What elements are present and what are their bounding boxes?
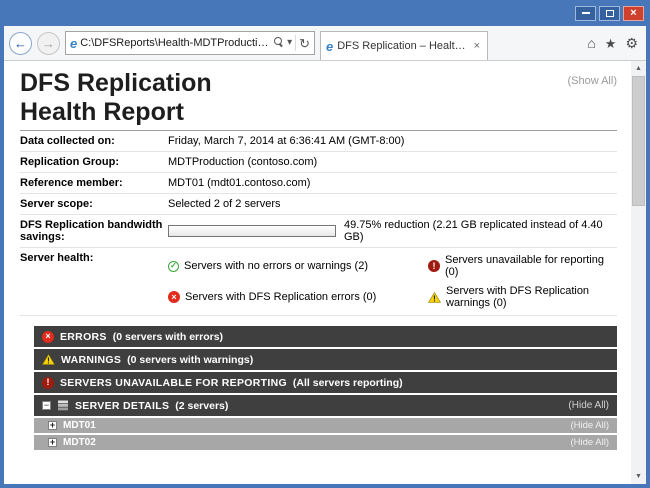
page-icon: e bbox=[326, 40, 333, 53]
report-sections: × ERRORS (0 servers with errors) ! WARNI… bbox=[34, 326, 617, 450]
scrollbar[interactable]: ▲ ▼ bbox=[631, 61, 646, 484]
hide-all-link[interactable]: (Hide All) bbox=[568, 400, 609, 411]
field-label: DFS Replication bandwidth savings: bbox=[20, 219, 168, 243]
health-text: Servers unavailable for reporting (0) bbox=[445, 254, 617, 278]
settings-icon[interactable]: ⚙ bbox=[625, 36, 638, 50]
warning-icon: ! bbox=[42, 354, 55, 365]
field-label: Data collected on: bbox=[20, 135, 168, 147]
health-item-ok: ✓ Servers with no errors or warnings (2) bbox=[168, 254, 420, 278]
hide-all-link[interactable]: (Hide All) bbox=[570, 420, 609, 431]
field-value: MDT01 (mdt01.contoso.com) bbox=[168, 177, 617, 189]
field-value: MDTProduction (contoso.com) bbox=[168, 156, 617, 168]
scroll-down-icon[interactable]: ▼ bbox=[631, 469, 646, 484]
health-text: Servers with no errors or warnings (2) bbox=[184, 260, 368, 272]
field-data-collected: Data collected on: Friday, March 7, 2014… bbox=[20, 131, 617, 152]
section-subtitle: (0 servers with errors) bbox=[113, 331, 223, 343]
svg-text:!: ! bbox=[47, 356, 50, 365]
show-all-link[interactable]: (Show All) bbox=[567, 75, 617, 87]
health-item-unavailable: ! Servers unavailable for reporting (0) bbox=[428, 254, 617, 278]
address-url[interactable]: C:\DFSReports\Health-MDTProduction-07M bbox=[80, 37, 271, 49]
section-errors[interactable]: × ERRORS (0 servers with errors) bbox=[34, 326, 617, 347]
field-server-health: Server health: ✓ Servers with no errors … bbox=[20, 248, 617, 316]
maximize-button[interactable] bbox=[599, 6, 620, 21]
section-subtitle: (0 servers with warnings) bbox=[127, 354, 253, 366]
bandwidth-progress-bar bbox=[168, 225, 336, 237]
section-servers-unavailable[interactable]: ! SERVERS UNAVAILABLE FOR REPORTING (All… bbox=[34, 372, 617, 393]
hide-all-link[interactable]: (Hide All) bbox=[570, 437, 609, 448]
server-row-mdt02[interactable]: + MDT02 (Hide All) bbox=[34, 435, 617, 450]
server-name: MDT01 bbox=[63, 420, 96, 431]
section-subtitle: (All servers reporting) bbox=[293, 377, 403, 389]
health-text: Servers with DFS Replication errors (0) bbox=[185, 291, 376, 303]
section-title: SERVERS UNAVAILABLE FOR REPORTING bbox=[60, 377, 287, 389]
section-title: ERRORS bbox=[60, 331, 107, 343]
search-icon[interactable] bbox=[274, 37, 284, 50]
address-dropdown-icon[interactable]: ▾ bbox=[287, 38, 292, 48]
titlebar: × bbox=[4, 0, 646, 26]
address-bar[interactable]: e C:\DFSReports\Health-MDTProduction-07M… bbox=[65, 31, 315, 55]
minimize-icon bbox=[582, 12, 590, 14]
error-icon: × bbox=[168, 291, 180, 303]
health-item-errors: × Servers with DFS Replication errors (0… bbox=[168, 285, 420, 309]
server-icon bbox=[57, 400, 69, 411]
field-bandwidth-savings: DFS Replication bandwidth savings: 49.75… bbox=[20, 215, 617, 248]
ie-icon: e bbox=[70, 37, 77, 50]
health-item-warnings: ! Servers with DFS Replication warnings … bbox=[428, 285, 617, 309]
field-label: Server health: bbox=[20, 252, 168, 264]
refresh-icon[interactable]: ↻ bbox=[299, 37, 310, 50]
server-name: MDT02 bbox=[63, 437, 96, 448]
tab-title: DFS Replication – Health Re... bbox=[337, 40, 467, 52]
unavailable-icon: ! bbox=[428, 260, 440, 272]
page-title: DFS ReplicationHealth Report bbox=[20, 69, 617, 126]
maximize-icon bbox=[606, 10, 614, 17]
field-value: Selected 2 of 2 servers bbox=[168, 198, 617, 210]
check-icon: ✓ bbox=[168, 261, 179, 272]
scroll-up-icon[interactable]: ▲ bbox=[631, 61, 646, 76]
section-title: WARNINGS bbox=[61, 354, 121, 366]
field-value: Friday, March 7, 2014 at 6:36:41 AM (GMT… bbox=[168, 135, 617, 147]
field-label: Server scope: bbox=[20, 198, 168, 210]
svg-text:!: ! bbox=[433, 294, 436, 303]
page-content: DFS ReplicationHealth Report (Show All) … bbox=[4, 61, 646, 484]
divider bbox=[295, 35, 296, 51]
health-text: Servers with DFS Replication warnings (0… bbox=[446, 285, 617, 309]
field-replication-group: Replication Group: MDTProduction (contos… bbox=[20, 152, 617, 173]
section-warnings[interactable]: ! WARNINGS (0 servers with warnings) bbox=[34, 349, 617, 370]
field-server-scope: Server scope: Selected 2 of 2 servers bbox=[20, 194, 617, 215]
expand-icon[interactable]: + bbox=[48, 438, 57, 447]
favorites-icon[interactable]: ★ bbox=[605, 37, 617, 50]
tab-dfs-replication-report[interactable]: e DFS Replication – Health Re... × bbox=[320, 31, 488, 60]
unavailable-icon: ! bbox=[42, 377, 54, 389]
minimize-button[interactable] bbox=[575, 6, 596, 21]
field-label: Reference member: bbox=[20, 177, 168, 189]
expand-icon[interactable]: + bbox=[48, 421, 57, 430]
field-reference-member: Reference member: MDT01 (mdt01.contoso.c… bbox=[20, 173, 617, 194]
collapse-icon[interactable]: − bbox=[42, 401, 51, 410]
forward-button[interactable]: → bbox=[37, 32, 60, 55]
error-icon: × bbox=[42, 331, 54, 343]
window-close-button[interactable]: × bbox=[623, 6, 644, 21]
report-page: DFS ReplicationHealth Report (Show All) … bbox=[4, 61, 631, 484]
home-icon[interactable]: ⌂ bbox=[587, 36, 595, 50]
scrollbar-thumb[interactable] bbox=[632, 76, 645, 206]
browser-window: × ← → e C:\DFSReports\Health-MDTProducti… bbox=[0, 0, 650, 488]
back-button[interactable]: ← bbox=[9, 32, 32, 55]
section-subtitle: (2 servers) bbox=[175, 400, 228, 412]
warning-icon: ! bbox=[428, 292, 441, 303]
section-title: SERVER DETAILS bbox=[75, 400, 169, 412]
field-label: Replication Group: bbox=[20, 156, 168, 168]
section-server-details[interactable]: − SERVER DETAILS (2 servers) (Hide All) bbox=[34, 395, 617, 416]
navigation-bar: ← → e C:\DFSReports\Health-MDTProduction… bbox=[4, 26, 646, 61]
server-row-mdt01[interactable]: + MDT01 (Hide All) bbox=[34, 418, 617, 433]
browser-toolbar: ⌂ ★ ⚙ bbox=[587, 36, 638, 50]
bandwidth-summary: 49.75% reduction (2.21 GB replicated ins… bbox=[344, 219, 617, 243]
tab-close-icon[interactable]: × bbox=[472, 40, 482, 52]
